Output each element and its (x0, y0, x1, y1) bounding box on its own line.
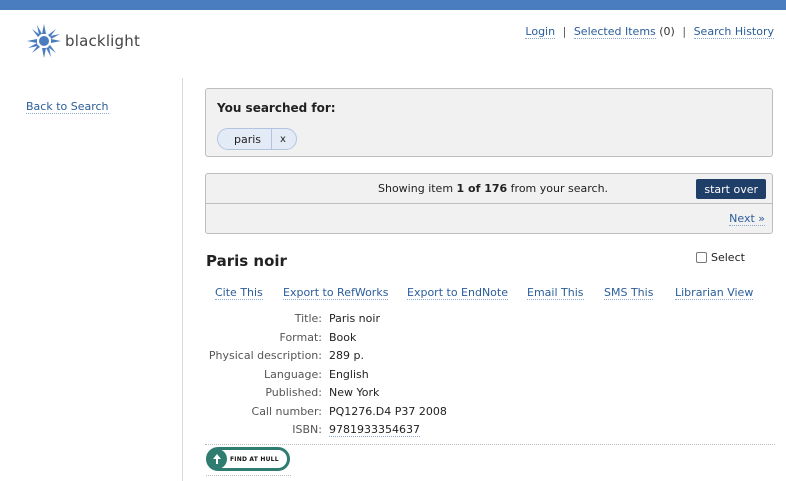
tree-icon (213, 454, 221, 464)
export-endnote-link[interactable]: Export to EndNote (407, 286, 508, 300)
search-context-pager: Showing item 1 of 176 from your search. … (205, 173, 773, 234)
selected-items-link[interactable]: Selected Items (573, 25, 656, 39)
field-row: ISBN: 9781933354637 (205, 423, 775, 442)
sidebar: Back to Search (0, 78, 183, 481)
field-row: Title: Paris noir (205, 312, 775, 331)
field-value: 289 p. (329, 349, 364, 362)
field-value: Paris noir (329, 312, 380, 325)
select-label: Select (711, 251, 745, 264)
librarian-view-link[interactable]: Librarian View (675, 286, 754, 300)
field-label: Language: (264, 367, 322, 381)
blacklight-logo[interactable]: blacklight (26, 22, 140, 60)
document-title: Paris noir (206, 252, 287, 270)
constraints-heading: You searched for: (217, 101, 336, 115)
email-this-link[interactable]: Email This (527, 286, 584, 300)
start-over-button[interactable]: start over (696, 179, 766, 199)
nav-separator: | (682, 25, 687, 38)
field-label: Physical description: (208, 349, 322, 362)
search-constraints-panel: You searched for: paris x (205, 88, 773, 157)
section-divider (205, 444, 775, 445)
cite-this-link[interactable]: Cite This (215, 286, 263, 300)
isbn-link[interactable]: 9781933354637 (329, 423, 420, 437)
find-at-hull-label: FIND AT HULL (230, 455, 279, 463)
selected-items-count: (0) (659, 25, 675, 38)
field-row: Physical description: 289 p. (205, 349, 775, 368)
top-accent-bar (0, 0, 786, 10)
field-label: ISBN: (292, 423, 322, 436)
pager-suffix: from your search. (510, 182, 609, 195)
nav-separator: | (562, 25, 567, 38)
field-label: Call number: (251, 404, 322, 418)
export-refworks-link[interactable]: Export to RefWorks (283, 286, 389, 300)
field-row: Published: New York (205, 386, 775, 405)
query-constraint-label: paris (234, 132, 262, 146)
search-history-link[interactable]: Search History (693, 25, 774, 39)
find-at-hull-button[interactable]: FIND AT HULL (206, 447, 290, 471)
sms-this-link[interactable]: SMS This (604, 286, 654, 300)
remove-constraint-button[interactable]: x (271, 129, 296, 149)
pager-status: Showing item 1 of 176 from your search. (378, 182, 608, 195)
document-fields: Title: Paris noir Format: Book Physical … (205, 312, 775, 442)
field-label: Published: (265, 386, 322, 399)
query-constraint-chip: paris x (217, 128, 297, 150)
pager-prefix: Showing item (378, 182, 454, 195)
field-label: Title: (294, 312, 322, 325)
field-value: New York (329, 386, 380, 399)
field-row: Format: Book (205, 331, 775, 350)
pager-position: 1 of 176 (456, 182, 508, 195)
back-to-search-link[interactable]: Back to Search (26, 100, 109, 114)
select-checkbox[interactable] (696, 252, 707, 263)
field-row: Call number: PQ1276.D4 P37 2008 (205, 405, 775, 424)
login-link[interactable]: Login (525, 25, 556, 39)
field-value: Book (329, 330, 357, 344)
field-value: English (329, 367, 369, 381)
library-tree-icon (207, 449, 227, 469)
utility-nav: Login | Selected Items (0) | Search Hist… (525, 25, 774, 39)
pager-header: Showing item 1 of 176 from your search. … (206, 174, 772, 204)
field-label: Format: (279, 330, 322, 344)
brand-name: blacklight (65, 32, 141, 50)
select-toggle[interactable]: Select (696, 251, 745, 264)
sunburst-icon (27, 24, 61, 58)
field-value: PQ1276.D4 P37 2008 (329, 404, 447, 418)
document-tools: Cite This Export to RefWorks Export to E… (215, 286, 755, 302)
field-row: Language: English (205, 368, 775, 387)
badge-underline (206, 475, 291, 476)
next-link[interactable]: Next » (729, 212, 765, 226)
